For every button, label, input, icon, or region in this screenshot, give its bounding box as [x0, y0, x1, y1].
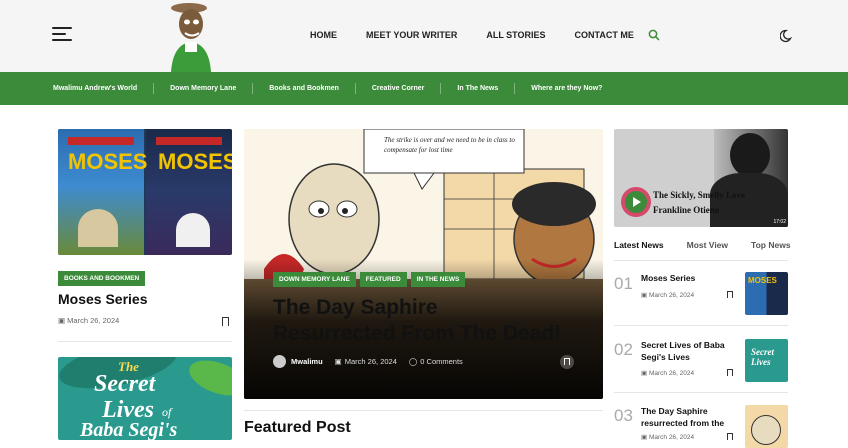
hero-card[interactable]: The strike is over and we need to be in … [244, 129, 603, 399]
category-tag[interactable]: BOOKS AND BOOKMEN [58, 271, 146, 286]
category-mwalimu[interactable]: Mwalimu Andrew's World [53, 85, 137, 92]
latest-item-thumb[interactable]: Secret Lives [745, 339, 788, 382]
moon-icon[interactable] [780, 29, 794, 43]
hero-tags: DOWN MEMORY LANE FEATURED IN THE NEWS [273, 272, 466, 287]
category-news[interactable]: In The News [457, 85, 498, 92]
nav-meet-writer[interactable]: MEET YOUR WRITER [366, 30, 457, 40]
latest-item-date: ▣ March 26, 2024 [641, 370, 695, 377]
list-number: 02 [614, 340, 633, 359]
moses-series-image[interactable]: MOSES MOSES [58, 129, 232, 255]
calendar-icon: ▣ [641, 292, 649, 299]
nav-contact[interactable]: CONTACT ME [575, 30, 634, 40]
hamburger-icon[interactable] [52, 27, 72, 45]
category-memory-lane[interactable]: Down Memory Lane [170, 85, 236, 92]
comment-icon: ◯ [408, 357, 418, 366]
speech-bubble: The strike is over and we need to be in … [384, 136, 515, 154]
divider [614, 392, 788, 393]
divider [614, 325, 788, 326]
hero-title[interactable]: The Day Saphire Resurrected From The Dea… [273, 295, 561, 347]
calendar-icon: ▣ [58, 316, 68, 325]
bookmark-icon[interactable] [222, 317, 229, 326]
site-logo[interactable] [165, 0, 215, 72]
divider [244, 410, 603, 411]
latest-item-title[interactable]: Moses Series [641, 272, 739, 284]
hero-date: March 26, 2024 [344, 357, 397, 366]
tag-featured[interactable]: FEATURED [359, 272, 407, 287]
featured-post-heading: Featured Post [244, 419, 351, 436]
calendar-icon: ▣ [334, 357, 342, 366]
bookmark-icon[interactable] [727, 291, 733, 298]
list-number: 03 [614, 406, 633, 425]
avatar[interactable] [273, 355, 286, 368]
category-creative[interactable]: Creative Corner [372, 85, 425, 92]
tab-top-news[interactable]: Top News [751, 240, 791, 250]
tag-news[interactable]: IN THE NEWS [410, 272, 466, 287]
news-tabs: Latest News Most View Top News [614, 240, 791, 250]
list-number: 01 [614, 274, 633, 293]
moses-series-date: ▣ March 26, 2024 [58, 316, 120, 325]
latest-item-thumb[interactable]: MOSES [745, 272, 788, 315]
cover-text-baba: Baba Segi's [80, 419, 178, 440]
author-name[interactable]: Mwalimu [291, 357, 323, 366]
tag-memory-lane[interactable]: DOWN MEMORY LANE [273, 272, 356, 287]
video-title[interactable]: The Sickly, Smelly Love Frankline Otieno [653, 188, 745, 218]
divider [614, 260, 788, 261]
video-thumbnail[interactable]: The Sickly, Smelly Love Frankline Otieno… [614, 129, 788, 227]
search-icon[interactable] [648, 29, 660, 41]
play-button[interactable] [621, 187, 651, 217]
nav-home[interactable]: HOME [310, 30, 337, 40]
calendar-icon: ▣ [641, 370, 649, 377]
hero-comments[interactable]: 0 Comments [420, 357, 463, 366]
bookmark-icon[interactable] [727, 369, 733, 376]
moses-tag-wrap: BOOKS AND BOOKMEN [58, 267, 146, 286]
cover-text-secret: Secret [94, 371, 156, 397]
video-duration: 17:02 [773, 219, 786, 225]
latest-item-title[interactable]: The Day Saphire resurrected from the [641, 405, 739, 429]
category-where-now[interactable]: Where are they Now? [531, 85, 602, 92]
latest-item-date: ▣ March 26, 2024 [641, 292, 695, 299]
bookmark-icon[interactable] [727, 433, 733, 440]
cover-text-of: of [162, 405, 172, 419]
moses-series-title[interactable]: Moses Series [58, 291, 148, 307]
secret-lives-image[interactable]: The Secret Lives of Baba Segi's [58, 357, 232, 440]
site-header: HOME MEET YOUR WRITER ALL STORIES CONTAC… [0, 0, 848, 72]
category-bar: Mwalimu Andrew's World Down Memory Lane … [0, 72, 848, 105]
bookmark-icon[interactable] [560, 355, 574, 369]
hero-meta: Mwalimu ▣ March 26, 2024 ◯ 0 Comments [273, 355, 463, 368]
tab-most-view[interactable]: Most View [687, 240, 728, 250]
latest-item-thumb[interactable] [745, 405, 788, 448]
nav-all-stories[interactable]: ALL STORIES [486, 30, 545, 40]
category-books[interactable]: Books and Bookmen [269, 85, 339, 92]
tab-latest-news[interactable]: Latest News [614, 240, 664, 250]
latest-item-title[interactable]: Secret Lives of Baba Segi's Lives [641, 339, 739, 363]
main-nav: HOME MEET YOUR WRITER ALL STORIES CONTAC… [310, 30, 663, 40]
divider [58, 341, 232, 342]
